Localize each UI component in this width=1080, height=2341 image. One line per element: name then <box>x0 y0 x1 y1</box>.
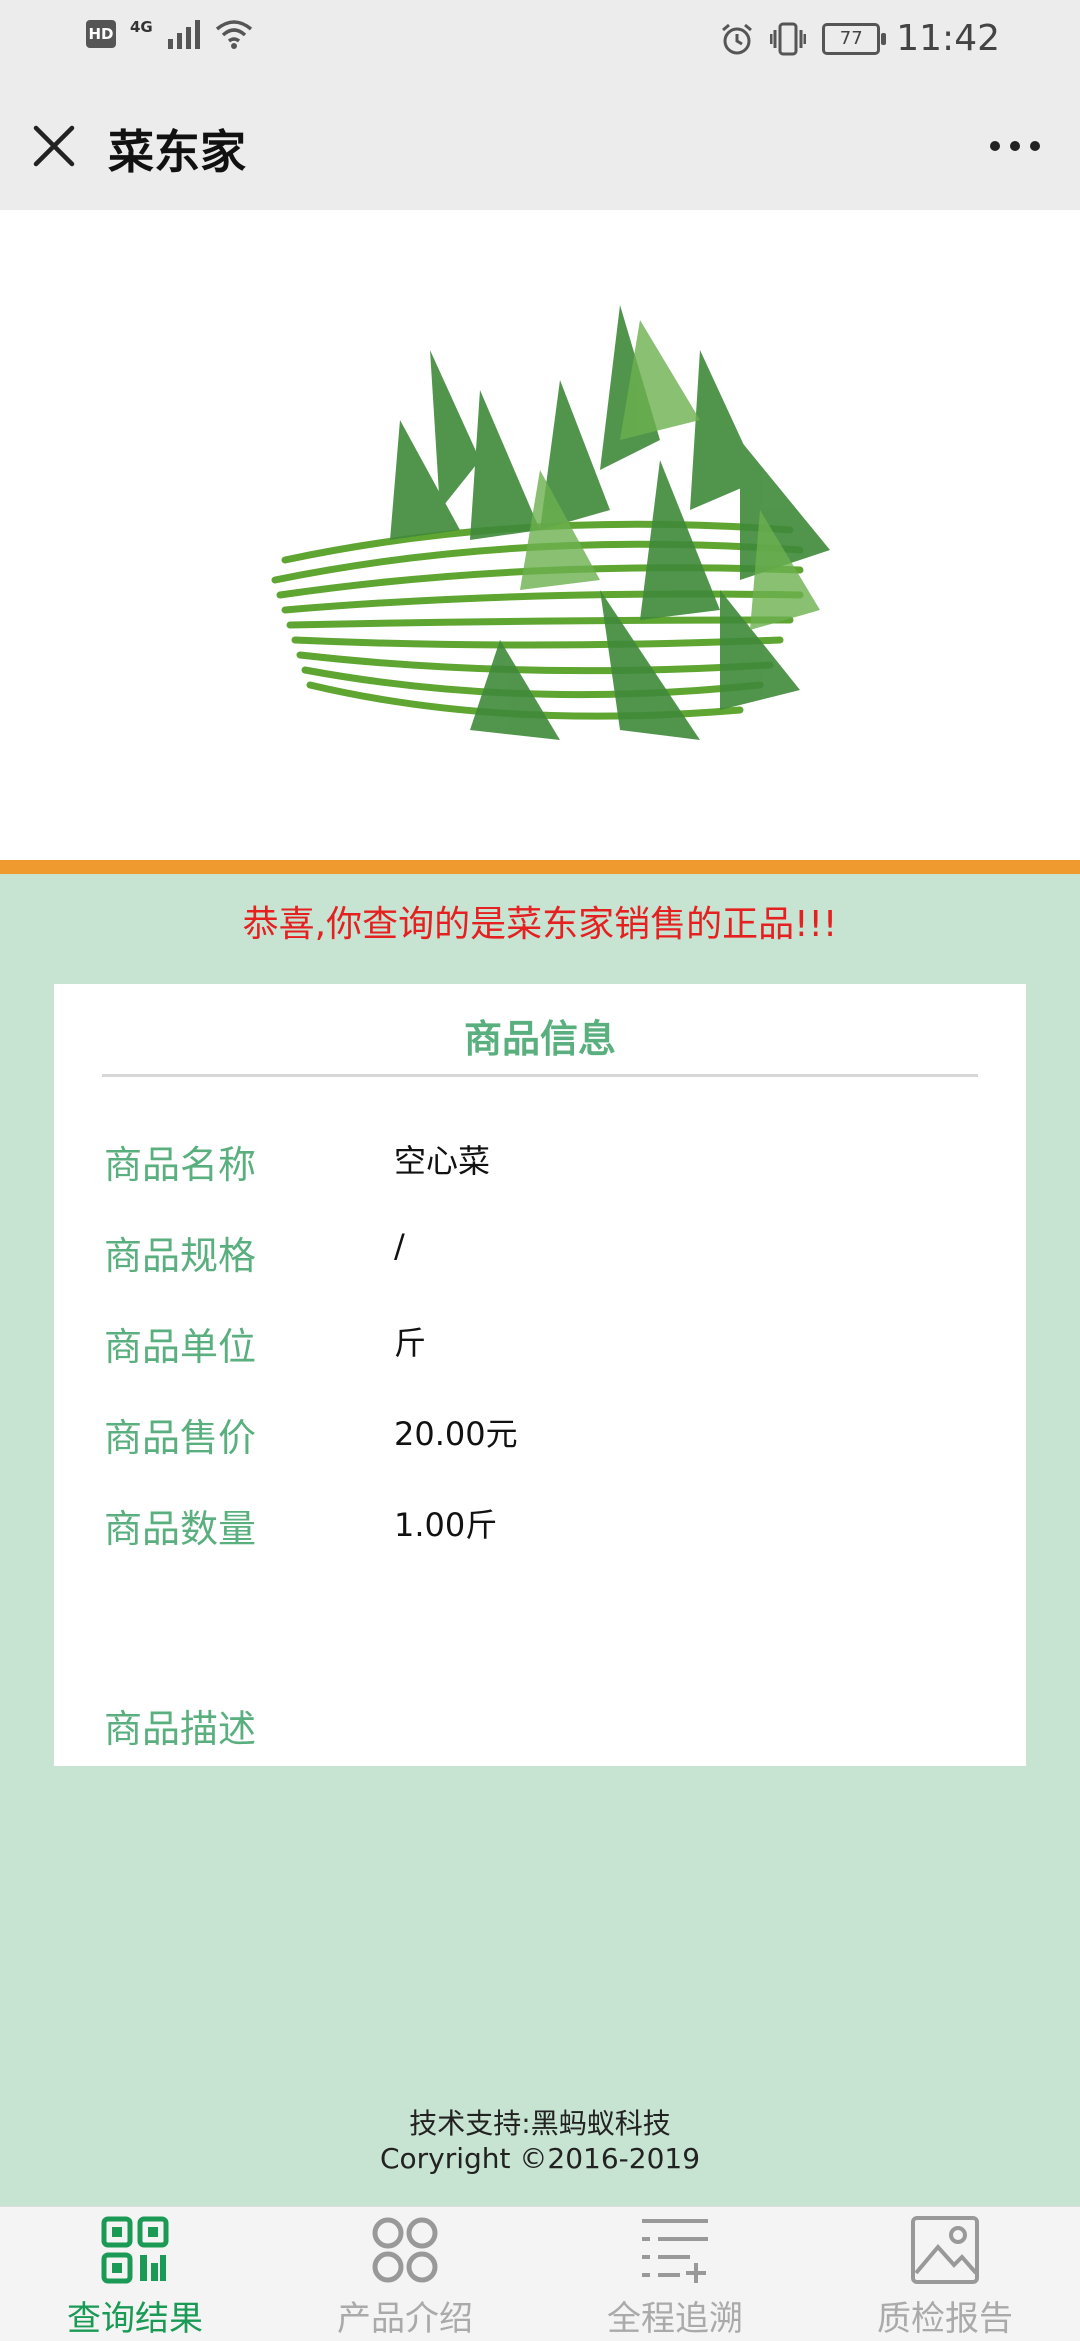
vibrate-icon <box>770 22 807 55</box>
info-row-quantity: 商品数量 1.00斤 <box>104 1498 964 1558</box>
copyright-text: Coryright ©2016-2019 <box>379 2142 701 2175</box>
tab-inspection-report[interactable]: 质检报告 <box>810 2207 1080 2341</box>
hd-badge: HD <box>86 20 116 48</box>
card-title: 商品信息 <box>102 1004 978 1077</box>
grid-rings-icon <box>372 2217 438 2283</box>
tab-label: 全程追溯 <box>607 2299 743 2339</box>
page-title: 菜东家 <box>108 125 246 179</box>
more-dot <box>1030 141 1040 151</box>
tab-label: 产品介绍 <box>337 2299 473 2339</box>
tech-support-text: 技术支持:黑蚂蚁科技 <box>409 2107 671 2140</box>
info-label: 商品单位 <box>104 1325 257 1369</box>
info-row-name: 商品名称 空心菜 <box>104 1134 964 1194</box>
tab-label: 查询结果 <box>67 2299 203 2339</box>
product-image <box>271 305 830 740</box>
info-label: 商品名称 <box>104 1143 257 1187</box>
title-bar: 菜东家 <box>0 80 1080 210</box>
close-icon <box>33 125 75 167</box>
battery-icon: 77 <box>822 22 887 55</box>
info-row-price: 商品售价 20.00元 <box>104 1407 964 1467</box>
qr-code-icon <box>101 2216 169 2284</box>
info-value: / <box>394 1227 405 1265</box>
wifi-icon <box>215 20 252 49</box>
authenticity-message: 恭喜,你查询的是菜东家销售的正品!!! <box>242 904 838 945</box>
info-value: 空心菜 <box>394 1142 491 1180</box>
status-left: HD 4G <box>86 18 253 50</box>
more-dot <box>990 141 1000 151</box>
alarm-icon <box>722 23 753 54</box>
network-type: 4G <box>130 18 153 36</box>
info-row-description: 商品描述 <box>104 1698 964 1758</box>
product-image-area <box>0 210 1080 860</box>
info-label: 商品数量 <box>104 1507 257 1551</box>
info-label: 商品售价 <box>104 1416 257 1460</box>
more-menu-button[interactable] <box>980 128 1050 164</box>
tab-query-result[interactable]: 查询结果 <box>0 2207 270 2341</box>
signal-icon <box>167 20 200 49</box>
list-add-icon <box>642 2219 708 2283</box>
info-row-spec: 商品规格 / <box>104 1225 964 1285</box>
bottom-tab-bar: 查询结果 产品介绍 全程追溯 质检报告 <box>0 2206 1080 2341</box>
info-value: 20.00元 <box>394 1415 518 1453</box>
status-bar: HD 4G 77 11:42 <box>0 0 1080 80</box>
tab-label: 质检报告 <box>877 2299 1013 2339</box>
orange-divider <box>0 860 1080 874</box>
product-info-card: 商品信息 商品名称 空心菜 商品规格 / 商品单位 斤 商品售价 20.00元 … <box>54 984 1026 1766</box>
info-value: 斤 <box>394 1324 427 1362</box>
clock: 11:42 <box>896 18 1000 59</box>
description-label: 商品描述 <box>104 1707 257 1751</box>
tab-product-intro[interactable]: 产品介绍 <box>270 2207 540 2341</box>
tab-traceability[interactable]: 全程追溯 <box>540 2207 810 2341</box>
more-dot <box>1010 141 1020 151</box>
info-row-unit: 商品单位 斤 <box>104 1316 964 1376</box>
battery-level: 77 <box>839 28 863 49</box>
image-icon <box>911 2216 979 2284</box>
close-button[interactable] <box>28 120 80 172</box>
info-value: 1.00斤 <box>394 1506 498 1544</box>
status-right: 77 11:42 <box>720 18 1000 59</box>
info-label: 商品规格 <box>104 1234 257 1278</box>
